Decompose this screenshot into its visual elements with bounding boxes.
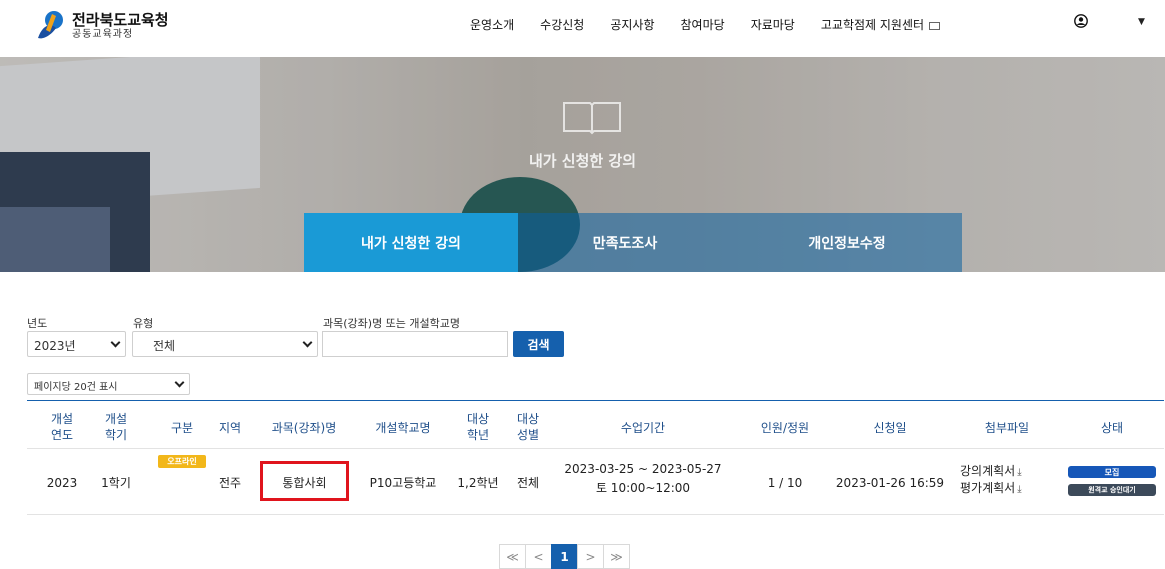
chevron-down-icon	[302, 337, 313, 348]
tab-edit-profile[interactable]: 개인정보수정	[732, 213, 962, 272]
nav-item-community[interactable]: 참여마당	[681, 16, 725, 33]
th-category: 구분	[170, 421, 194, 435]
th-files: 첨부파일	[984, 421, 1030, 435]
year-label: 년도	[27, 317, 48, 330]
user-menu-caret-icon[interactable]: ▼	[1138, 17, 1145, 27]
page-first-button[interactable]: ≪	[499, 544, 526, 569]
th-gender: 대상성별	[506, 411, 550, 443]
page-last-button[interactable]: ≫	[603, 544, 630, 569]
tab-my-courses[interactable]: 내가 신청한 강의	[304, 213, 518, 272]
table-header-divider	[27, 448, 1164, 449]
th-open-term-l1: 개설	[104, 412, 128, 426]
book-icon	[560, 97, 624, 141]
download-icon: ⤓	[1017, 467, 1022, 478]
subject-search-input[interactable]	[322, 331, 508, 357]
page-current-button[interactable]: 1	[551, 544, 578, 569]
cell-region: 전주	[218, 476, 242, 490]
cell-period: 2023-03-25 ~ 2023-05-27 토 10:00~12:00	[558, 461, 728, 496]
cell-grade: 1,2학년	[457, 476, 499, 490]
type-select-value: 전체	[153, 339, 176, 353]
external-link-icon	[929, 21, 941, 30]
cell-gender: 전체	[516, 476, 540, 490]
th-open-year-l1: 개설	[50, 412, 74, 426]
th-region: 지역	[218, 421, 242, 435]
period-dates: 2023-03-25 ~ 2023-05-27	[564, 462, 722, 476]
nav-item-about[interactable]: 운영소개	[470, 16, 514, 33]
table-bottom-border	[27, 514, 1164, 515]
nav-item-notice[interactable]: 공지사항	[610, 16, 654, 33]
period-time: 토 10:00~12:00	[595, 481, 691, 496]
status-badge-recruiting: 모집	[1068, 466, 1156, 478]
nav-item-resources[interactable]: 자료마당	[751, 16, 795, 33]
file-eval-plan-label: 평가계획서	[960, 480, 1016, 495]
year-select[interactable]: 2023년	[27, 331, 126, 357]
status-badge-pending: 원격교 승인대기	[1068, 484, 1156, 496]
file-lecture-plan-label: 강의계획서	[960, 464, 1016, 478]
nav-item-credit-center[interactable]: 고교학점제 지원센터	[820, 16, 941, 33]
site-header: 전라북도교육청 공동교육과정 운영소개 수강신청 공지사항 참여마당 자료마당 …	[0, 0, 1165, 52]
logo-title: 전라북도교육청	[72, 11, 169, 30]
per-page-select[interactable]: 페이지당 20건 표시	[27, 373, 190, 395]
th-open-term: 개설학기	[94, 411, 138, 443]
pagination: ≪ < 1 > ≫	[499, 544, 630, 569]
offline-badge: 오프라인	[158, 455, 206, 468]
th-period: 수업기간	[620, 421, 666, 435]
search-button[interactable]: 검색	[513, 331, 564, 357]
file-lecture-plan-link[interactable]: 강의계획서 ⤓	[960, 463, 1060, 480]
table-top-border	[27, 400, 1164, 401]
nav-item-enroll[interactable]: 수강신청	[540, 16, 584, 33]
th-grade: 대상학년	[456, 411, 500, 443]
file-eval-plan-link[interactable]: 평가계획서 ⤓	[960, 480, 1060, 497]
th-grade-l1: 대상	[466, 412, 490, 426]
th-subject: 과목(강좌)명	[271, 421, 337, 435]
site-logo[interactable]: 전라북도교육청 공동교육과정	[32, 8, 169, 44]
th-grade-l2: 학년	[466, 428, 490, 443]
th-status: 상태	[1100, 421, 1124, 435]
cell-school: P10고등학교	[369, 476, 437, 490]
per-page-value: 페이지당 20건 표시	[34, 382, 118, 393]
chevron-down-icon	[110, 337, 121, 348]
cell-files: 강의계획서 ⤓ 평가계획서 ⤓	[960, 463, 1060, 496]
th-school: 개설학교명	[375, 421, 431, 435]
th-open-year: 개설연도	[40, 411, 84, 443]
user-icon[interactable]	[1074, 13, 1088, 32]
th-gender-l1: 대상	[516, 412, 540, 426]
page-next-button[interactable]: >	[577, 544, 604, 569]
th-open-year-l2: 연도	[50, 428, 74, 443]
year-select-value: 2023년	[34, 339, 76, 353]
page-prev-button[interactable]: <	[525, 544, 552, 569]
subject-highlight-box	[260, 461, 349, 501]
logo-mark-icon	[32, 8, 68, 44]
type-label: 유형	[133, 317, 154, 330]
th-open-term-l2: 학기	[104, 428, 128, 443]
hero-banner: 내가 신청한 강의 내가 신청한 강의 만족도조사 개인정보수정	[0, 57, 1165, 272]
cell-applied: 2023-01-26 16:59	[835, 476, 945, 490]
tab-satisfaction-survey[interactable]: 만족도조사	[518, 213, 732, 272]
chevron-down-icon	[174, 377, 185, 388]
th-applied: 신청일	[873, 421, 907, 435]
main-nav: 운영소개 수강신청 공지사항 참여마당 자료마당 고교학점제 지원센터	[470, 16, 966, 33]
cell-term: 1학기	[101, 476, 131, 490]
sub-tabs: 내가 신청한 강의 만족도조사 개인정보수정	[304, 213, 962, 272]
th-capacity: 인원/정원	[760, 421, 810, 435]
subject-label: 과목(강좌)명 또는 개설학교명	[323, 317, 461, 330]
hero-title: 내가 신청한 강의	[528, 152, 637, 170]
cell-capacity: 1 / 10	[767, 476, 803, 490]
download-icon: ⤓	[1017, 483, 1022, 495]
logo-subtitle: 공동교육과정	[72, 28, 134, 40]
nav-item-credit-center-label: 고교학점제 지원센터	[820, 18, 925, 32]
cell-year: 2023	[46, 476, 78, 490]
type-select[interactable]: 전체	[132, 331, 318, 357]
th-gender-l2: 성별	[516, 428, 540, 443]
